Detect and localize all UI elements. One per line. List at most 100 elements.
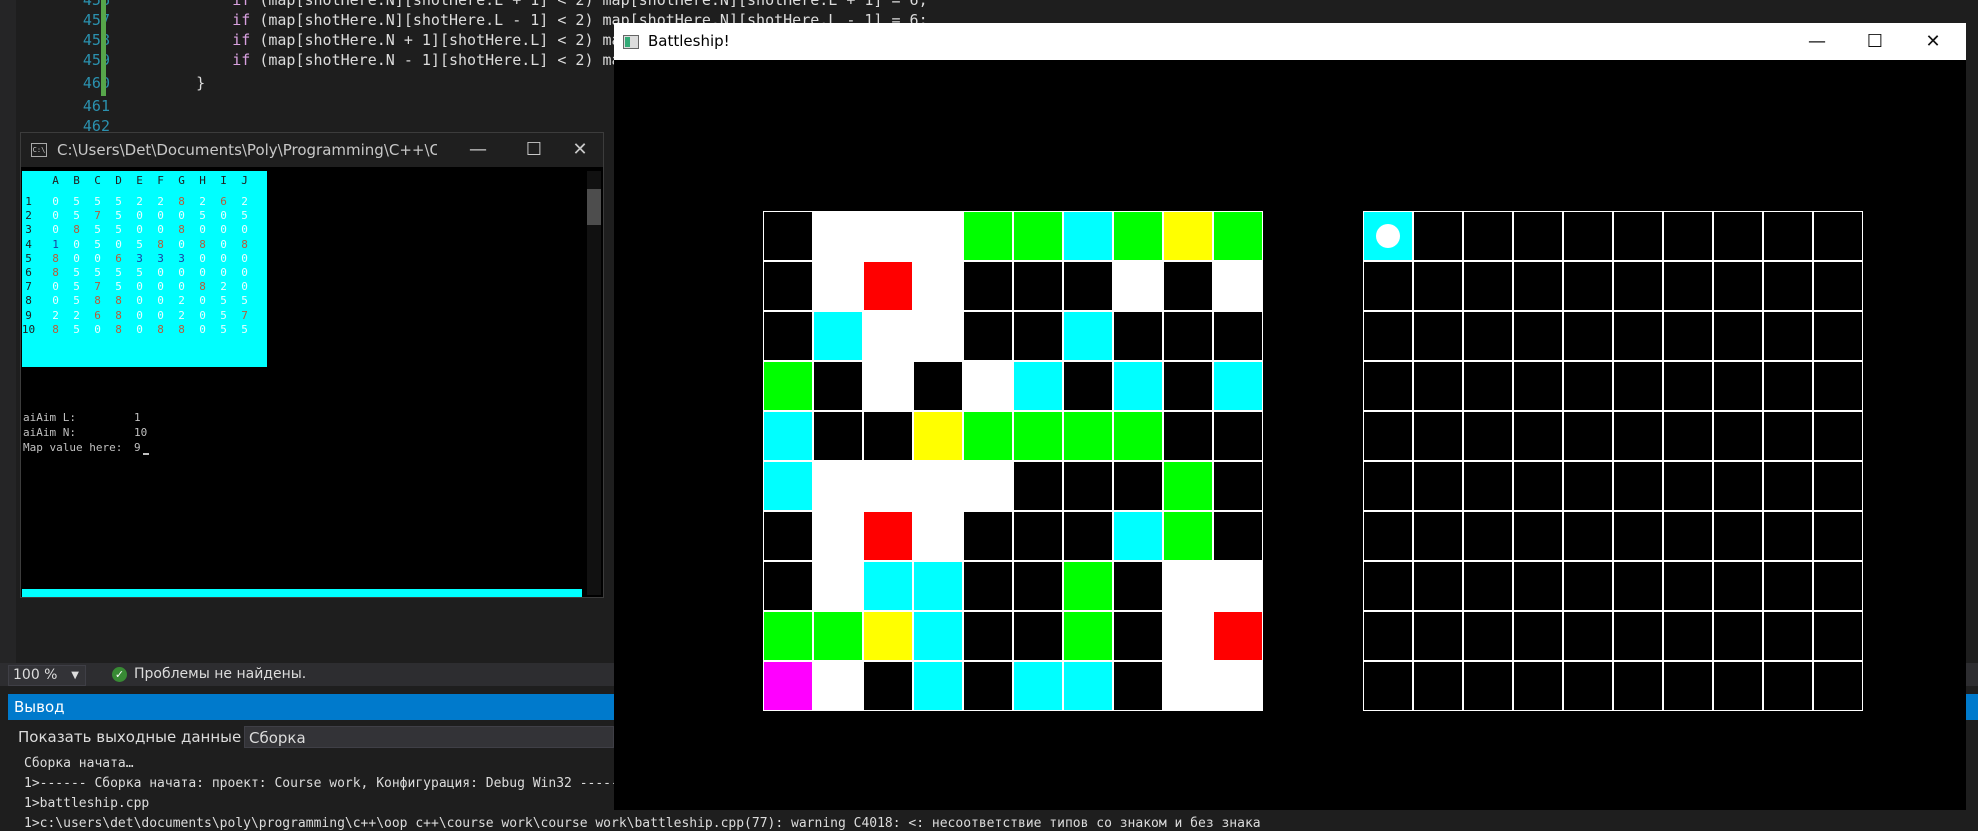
enemy-board-cell[interactable] (1563, 311, 1613, 361)
enemy-board-cell[interactable] (1363, 511, 1413, 561)
game-titlebar[interactable]: Battleship! — ☐ ✕ (614, 23, 1966, 60)
enemy-board-cell[interactable] (1563, 211, 1613, 261)
enemy-board-cell[interactable] (1413, 461, 1463, 511)
enemy-board-cell[interactable] (1563, 461, 1613, 511)
console-titlebar[interactable]: C:\ C:\Users\Det\Documents\Poly\Programm… (21, 133, 603, 167)
enemy-board-cell[interactable] (1413, 661, 1463, 711)
enemy-board-cell[interactable] (1413, 261, 1463, 311)
enemy-board-cell[interactable] (1463, 511, 1513, 561)
enemy-board-cell[interactable] (1513, 661, 1563, 711)
enemy-board-cell[interactable] (1363, 611, 1413, 661)
enemy-board-cell[interactable] (1813, 211, 1863, 261)
enemy-board-cell[interactable] (1663, 361, 1713, 411)
enemy-board-cell[interactable] (1613, 611, 1663, 661)
enemy-board-cell[interactable] (1713, 261, 1763, 311)
enemy-board-cell[interactable] (1813, 361, 1863, 411)
enemy-board-cell[interactable] (1663, 211, 1713, 261)
enemy-board-cell[interactable] (1413, 211, 1463, 261)
enemy-board-cell[interactable] (1663, 561, 1713, 611)
enemy-board-cell[interactable] (1413, 361, 1463, 411)
enemy-board-cell[interactable] (1763, 211, 1813, 261)
enemy-board-cell[interactable] (1413, 511, 1463, 561)
enemy-board-cell[interactable] (1763, 661, 1813, 711)
enemy-board-cell[interactable] (1613, 361, 1663, 411)
enemy-board-cell[interactable] (1663, 511, 1713, 561)
enemy-board-cell[interactable] (1563, 661, 1613, 711)
enemy-board-cell[interactable] (1713, 211, 1763, 261)
enemy-board-cell[interactable] (1613, 261, 1663, 311)
enemy-board-cell[interactable] (1663, 261, 1713, 311)
enemy-board-cell[interactable] (1763, 511, 1813, 561)
enemy-board-cell[interactable] (1613, 461, 1663, 511)
enemy-board-cell[interactable] (1813, 661, 1863, 711)
enemy-board-cell[interactable] (1563, 611, 1613, 661)
enemy-board-cell[interactable] (1463, 561, 1513, 611)
enemy-board-cell[interactable] (1463, 361, 1513, 411)
enemy-board-cell[interactable] (1513, 361, 1563, 411)
enemy-board-cell[interactable] (1563, 561, 1613, 611)
enemy-board-cell[interactable] (1813, 511, 1863, 561)
enemy-board-cell[interactable] (1363, 461, 1413, 511)
enemy-board-cell[interactable] (1663, 311, 1713, 361)
enemy-board-cell[interactable] (1363, 311, 1413, 361)
enemy-board-cell[interactable] (1513, 611, 1563, 661)
close-button[interactable]: ✕ (1904, 23, 1962, 60)
enemy-board-cell[interactable] (1813, 411, 1863, 461)
enemy-board-cell[interactable] (1363, 661, 1413, 711)
console-scrollbar[interactable] (587, 171, 601, 595)
enemy-board-cell[interactable] (1613, 211, 1663, 261)
enemy-board-cell[interactable] (1613, 311, 1663, 361)
enemy-board-cell[interactable] (1813, 611, 1863, 661)
battleship-window[interactable]: Battleship! — ☐ ✕ (614, 23, 1966, 810)
enemy-board-cell[interactable] (1463, 661, 1513, 711)
enemy-board-cell[interactable] (1763, 411, 1813, 461)
enemy-board-cell[interactable] (1463, 611, 1513, 661)
enemy-board-cell[interactable] (1613, 661, 1663, 711)
enemy-board-cell[interactable] (1713, 311, 1763, 361)
enemy-board-cell[interactable] (1713, 461, 1763, 511)
enemy-board-cell[interactable] (1563, 411, 1613, 461)
enemy-board[interactable] (1363, 211, 1863, 711)
output-source-select[interactable]: Сборка (244, 726, 614, 748)
enemy-board-cell[interactable] (1763, 461, 1813, 511)
enemy-board-cell[interactable] (1713, 611, 1763, 661)
enemy-board-cell[interactable] (1613, 511, 1663, 561)
console-window[interactable]: C:\ C:\Users\Det\Documents\Poly\Programm… (20, 132, 604, 598)
enemy-board-cell[interactable] (1763, 611, 1813, 661)
enemy-board-cell[interactable] (1563, 511, 1613, 561)
enemy-board-cell[interactable] (1813, 561, 1863, 611)
enemy-board-cell[interactable] (1613, 561, 1663, 611)
enemy-board-cell[interactable] (1463, 311, 1513, 361)
enemy-board-cell[interactable] (1713, 511, 1763, 561)
enemy-board-cell[interactable] (1513, 411, 1563, 461)
enemy-board-cell[interactable] (1713, 661, 1763, 711)
enemy-board-cell[interactable] (1813, 461, 1863, 511)
enemy-board-cell[interactable] (1763, 361, 1813, 411)
enemy-board-cell[interactable] (1613, 411, 1663, 461)
minimize-button[interactable]: — (1788, 23, 1846, 60)
console-scroll-thumb[interactable] (587, 189, 601, 225)
enemy-board-cell[interactable] (1813, 261, 1863, 311)
enemy-board-cell[interactable] (1763, 561, 1813, 611)
enemy-board-cell[interactable] (1563, 361, 1613, 411)
enemy-board-cell[interactable] (1763, 311, 1813, 361)
enemy-board-cell[interactable] (1763, 261, 1813, 311)
enemy-board-cell[interactable] (1713, 561, 1763, 611)
enemy-board-cell[interactable] (1513, 311, 1563, 361)
enemy-board-cell[interactable] (1513, 561, 1563, 611)
enemy-board-cell[interactable] (1513, 461, 1563, 511)
enemy-board-cell[interactable] (1463, 261, 1513, 311)
enemy-board-cell[interactable] (1363, 261, 1413, 311)
enemy-board-cell[interactable] (1663, 461, 1713, 511)
enemy-board-cell[interactable] (1513, 261, 1563, 311)
enemy-board-cell[interactable] (1813, 311, 1863, 361)
zoom-dropdown[interactable]: 100 % ▼ (8, 665, 86, 686)
enemy-board-cell[interactable] (1663, 411, 1713, 461)
enemy-board-cell[interactable] (1663, 611, 1713, 661)
enemy-board-cell[interactable] (1513, 211, 1563, 261)
enemy-board-cell[interactable] (1463, 461, 1513, 511)
maximize-button[interactable]: ☐ (511, 133, 557, 167)
enemy-board-cell[interactable] (1363, 411, 1413, 461)
enemy-board-cell[interactable] (1713, 411, 1763, 461)
enemy-board-cell[interactable] (1463, 211, 1513, 261)
